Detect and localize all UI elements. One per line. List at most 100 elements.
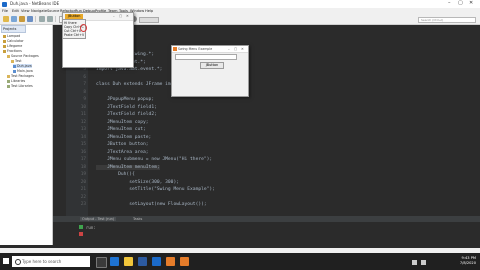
store-icon[interactable] [138,257,147,266]
new-file-icon[interactable] [11,16,17,22]
code-line: JTextArea area; [96,149,149,155]
code-line: Duh(){ [96,172,135,177]
swing-window-title-bar: Swing Menu Example – ▢ ✕ [172,46,248,53]
save-all-icon[interactable] [27,16,33,22]
code-line: setTitle("Swing Menu Example"); [96,187,215,192]
package-icon [11,59,14,63]
code-line: JMenuItem cut; [96,127,146,132]
close-button[interactable]: ✕ [126,14,129,18]
network-icon[interactable] [412,260,417,265]
library-icon [7,84,10,88]
close-button[interactable]: ✕ [241,47,244,51]
line-number: 22 [80,194,86,200]
projects-panel: Projects Lampad Calculator Lifegame Frac… [0,25,53,245]
java-app-icon[interactable] [180,257,189,266]
swing-text-field[interactable] [175,54,237,60]
menu-file[interactable]: File [2,9,8,13]
netbeans-taskbar-icon[interactable] [152,257,161,266]
java-app-icon[interactable] [166,257,175,266]
menu-navigate[interactable]: Navigate [31,9,47,13]
code-line: setLayout(new FlowLayout()); [96,202,207,207]
code-line: JMenuItem copy; [96,119,149,125]
java-icon [173,47,177,51]
edge-icon[interactable] [110,257,119,266]
code-line: JTextField field2; [96,112,157,117]
swing-jbutton[interactable]: JButton [200,62,224,69]
line-number: 21 [80,187,86,192]
maximize-button[interactable]: ▢ [234,47,237,51]
rerun-icon[interactable] [79,225,83,229]
tree-item[interactable]: Lampad [3,34,20,38]
code-line: JMenu submenu = new JMenu("Hi there"); [96,157,213,162]
project-icon [3,49,6,53]
java-file-icon [13,69,16,73]
menu-source[interactable]: Source [47,9,59,13]
line-number: 19 [80,172,86,177]
cursor-highlight-icon [80,24,87,32]
tree-item[interactable]: Libraries [7,79,25,83]
stop-icon[interactable] [79,232,83,236]
swing-window-title: Swing Menu Example [178,47,213,51]
tree-item[interactable]: Main.java [13,69,33,73]
code-line: JMenuItem paste; [96,134,152,140]
maximize-button[interactable]: ▢ [119,14,122,18]
tree-item[interactable]: Test Packages [7,74,34,78]
close-button[interactable]: ✕ [469,0,473,6]
tree-item[interactable]: Source Packages [7,54,39,58]
minimize-button[interactable]: – [228,47,230,51]
memory-indicator[interactable] [139,17,159,23]
taskbar-clock[interactable]: 9:43 PM 7/8/2020 [448,256,476,266]
toolbar-separator [55,16,56,22]
code-line: setSize(300, 300); [96,179,179,185]
output-text: run: [86,225,96,230]
redo-icon[interactable] [47,16,53,22]
ide-title-bar: Duh.java - NetBeans IDE – ▢ ✕ [0,0,480,8]
code-line-current: JMenuItem menuItem; [96,164,160,170]
open-project-icon[interactable] [19,16,25,22]
swing-menu-example-window: Swing Menu Example – ▢ ✕ JButton [171,45,249,97]
line-number: 9 [83,97,86,102]
line-number: 16 [80,149,86,155]
tree-item[interactable]: Calculator [3,39,24,43]
line-number: 8 [83,89,86,95]
menu-view[interactable]: View [21,9,30,13]
tree-item[interactable]: Test [11,59,22,63]
line-number: 10 [80,104,86,110]
code-line: JButton button; [96,142,149,147]
window-title: Duh.java - NetBeans IDE [10,1,60,6]
netbeans-logo-icon [2,1,7,7]
new-project-icon[interactable] [3,16,9,22]
tab-projects[interactable]: Projects [1,25,26,33]
line-number: 17 [80,157,86,162]
project-icon [3,39,6,43]
tree-item[interactable]: Fractions [3,49,22,53]
menu-item-paste[interactable]: Paste Ctrl+V [64,33,84,37]
output-panel[interactable] [53,221,480,249]
code-line: JTextField field1; [96,104,157,110]
undo-icon[interactable] [39,16,45,22]
clock-date: 7/8/2020 [459,261,476,265]
file-explorer-icon[interactable] [124,257,133,266]
windows-start-icon[interactable] [3,258,9,264]
minimize-button[interactable]: – [448,0,451,6]
tree-item[interactable]: Test Libraries [7,84,33,88]
taskbar-search-input[interactable]: Type here to search [12,256,90,267]
search-icon [15,259,21,265]
package-folder-icon [7,54,10,58]
task-view-icon[interactable] [96,257,107,268]
line-number: 20 [80,179,86,185]
volume-icon[interactable] [421,260,426,265]
menu-edit[interactable]: Edit [12,9,19,13]
line-number: 12 [80,119,86,125]
code-line: JPopupMenu popup; [96,97,155,102]
menu-help[interactable]: Help [145,9,153,13]
maximize-button[interactable]: ▢ [458,0,463,6]
line-number: 11 [80,112,86,117]
tree-item-selected[interactable]: Duh.java [13,64,32,68]
ide-search-input[interactable]: Search (Ctrl+I) [418,17,476,23]
line-number: 15 [80,142,86,147]
tree-item[interactable]: Lifegame [3,44,22,48]
line-number: 23 [80,202,86,207]
package-folder-icon [7,74,10,78]
minimize-button[interactable]: – [113,14,115,18]
